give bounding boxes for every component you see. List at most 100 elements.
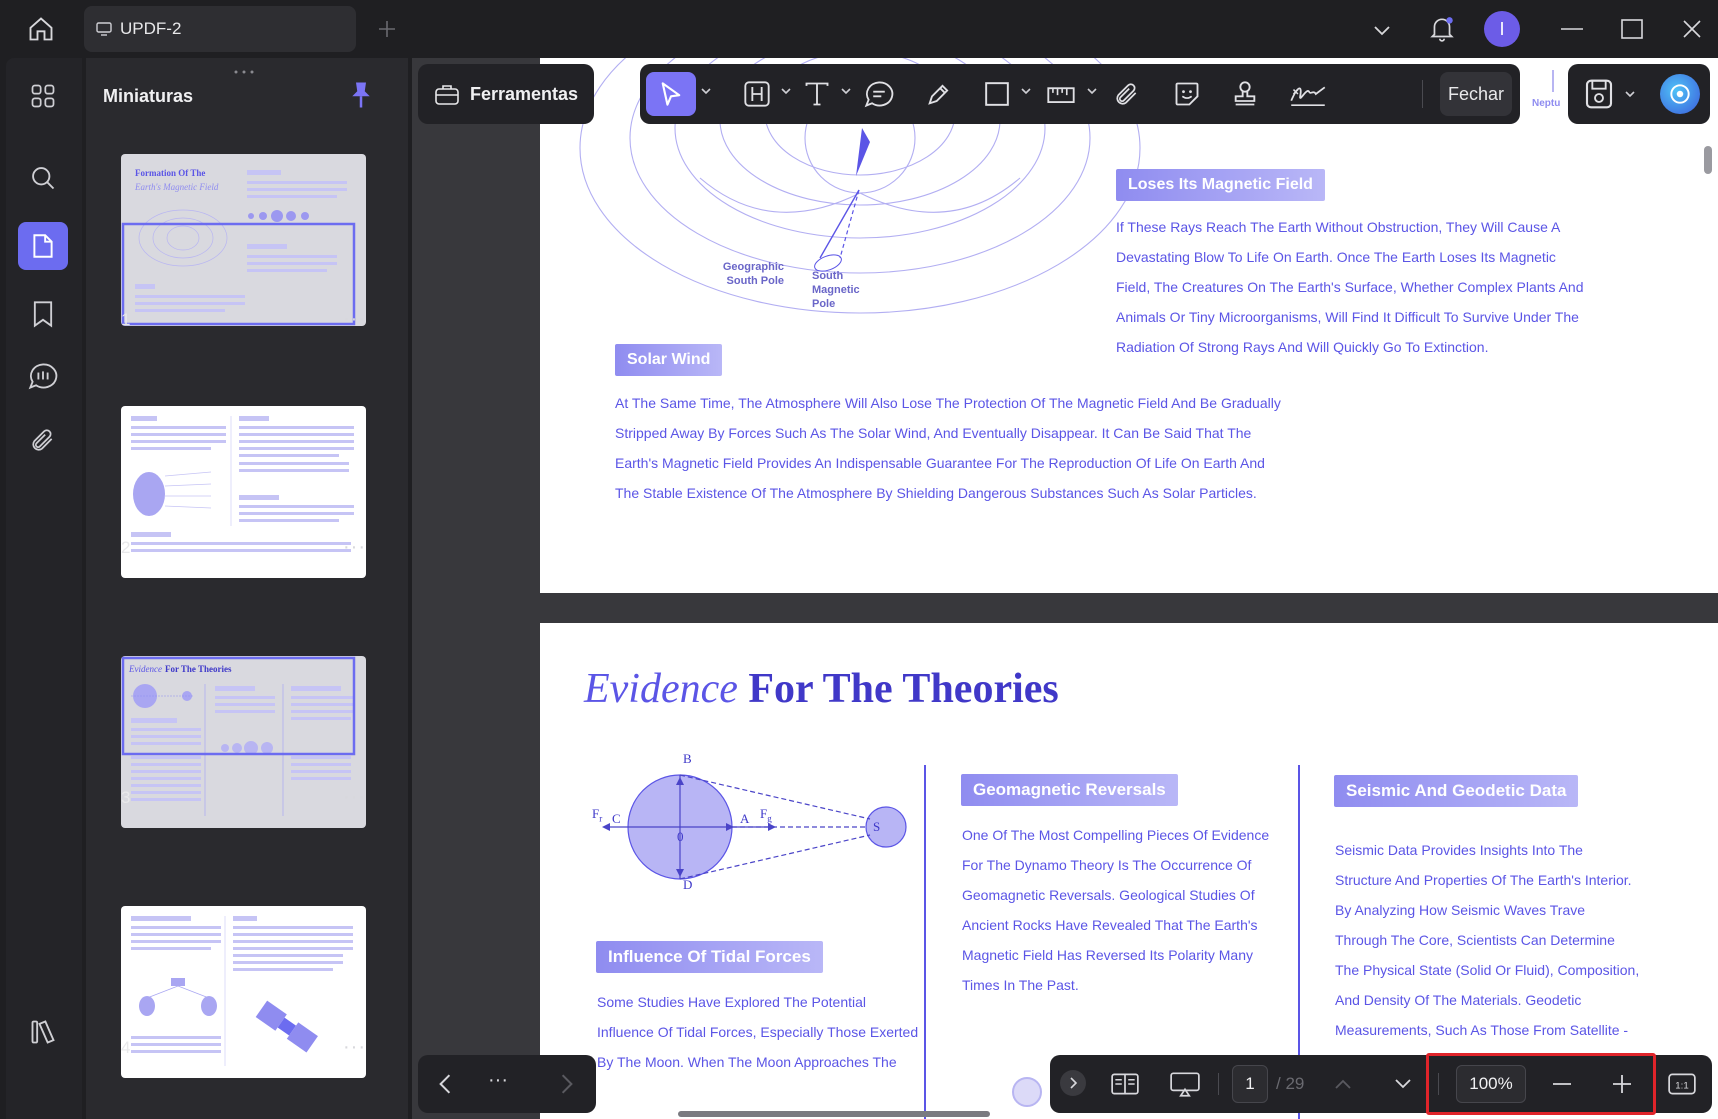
select-tool[interactable] (646, 72, 696, 116)
shape-tool[interactable] (980, 72, 1014, 116)
search-icon[interactable] (18, 154, 68, 202)
chevron-down-icon[interactable] (1086, 86, 1098, 96)
home-icon[interactable] (22, 11, 60, 47)
chevron-down-icon[interactable] (1020, 86, 1032, 96)
diagram-label-b: B (683, 751, 692, 766)
text-line: Through The Core, Scientists Can Determi… (1335, 932, 1615, 948)
diagram-label-force: Fr (592, 806, 602, 824)
thumbnail-more-button[interactable]: ··· (343, 308, 366, 331)
text-line: Influence Of Tidal Forces, Especially Th… (597, 1024, 919, 1040)
bookmark-icon[interactable] (18, 290, 68, 338)
chevron-down-icon[interactable] (1388, 1063, 1418, 1105)
section-tag: Influence Of Tidal Forces (596, 941, 823, 973)
chevron-down-icon[interactable] (700, 86, 712, 96)
ai-assistant-icon[interactable] (1660, 74, 1700, 114)
pen-tool[interactable] (922, 72, 956, 116)
presentation-icon[interactable] (1166, 1063, 1204, 1105)
monitor-icon (96, 22, 112, 36)
comment-tool[interactable] (862, 72, 896, 116)
diagram-label-s: S (873, 819, 881, 834)
thumbnail-more-button[interactable]: ··· (343, 786, 366, 809)
thumb-1-graphics (121, 170, 356, 326)
page-title: Evidence For The Theories (584, 665, 1059, 713)
annotation-toolbar: Fechar (640, 64, 1520, 124)
save-icon[interactable] (1584, 78, 1614, 115)
section-tag: Loses Its Magnetic Field (1116, 169, 1325, 201)
next-icon[interactable] (560, 1073, 574, 1100)
pin-icon[interactable] (348, 80, 374, 115)
paragraph: At The Same Time, The Atmosphere Will Al… (615, 388, 1295, 508)
partial-page-text: Neptu (1532, 98, 1561, 109)
text-line: Magnetic Field Has Reversed Its Polarity… (962, 947, 1253, 963)
document-viewer: Geographic South Pole South Magnetic Pol… (412, 58, 1718, 1119)
section-tag: Solar Wind (615, 344, 723, 376)
horizontal-scrollbar[interactable] (678, 1111, 990, 1117)
force-sub: g (767, 813, 772, 824)
page-total: / 29 (1276, 1074, 1305, 1093)
bell-icon[interactable] (1426, 12, 1458, 46)
thumbnail-page-1[interactable]: Formation Of The Earth's Magnetic Field (121, 154, 366, 326)
stamp-tool[interactable] (1228, 72, 1262, 116)
floating-circle (1012, 1077, 1042, 1107)
page-nav-bar: ··· (418, 1055, 596, 1113)
text-line: And Density Of The Materials. Geodetic (1335, 992, 1582, 1008)
new-tab-icon[interactable] (374, 16, 400, 42)
sticker-tool[interactable] (1170, 72, 1204, 116)
measure-tool[interactable] (1044, 72, 1078, 116)
thumbnail-number: 1 (121, 310, 131, 329)
thumbnails-panel: Miniaturas Formation Of The Earth's Magn… (86, 58, 408, 1119)
title-bold: For The Theories (748, 666, 1059, 712)
apps-grid-icon[interactable] (18, 72, 68, 120)
sticker-icon (1175, 82, 1199, 106)
text-line: At The Same Time, The Atmosphere Will Al… (615, 395, 1281, 411)
tools-button[interactable]: Ferramentas (418, 64, 594, 124)
reading-mode-icon[interactable] (1106, 1063, 1144, 1105)
actual-size-icon[interactable]: 1:1 (1662, 1063, 1702, 1105)
diagram-label-d: D (683, 877, 693, 892)
vertical-scrollbar[interactable] (1704, 146, 1712, 174)
text-line: Earth's Magnetic Field Provides An Indis… (615, 455, 1265, 471)
thumbnail-more-button[interactable]: ··· (343, 536, 366, 559)
attach-tool[interactable] (1110, 72, 1144, 116)
text-line: The Stable Existence Of The Atmosphere B… (615, 485, 1257, 501)
chevron-right-icon[interactable] (1060, 1070, 1086, 1096)
text-line: If These Rays Reach The Earth Without Ob… (1116, 219, 1561, 235)
highlight-box (1426, 1053, 1656, 1115)
text-line: For The Dynamo Theory Is The Occurrence … (962, 857, 1252, 873)
chevron-down-icon[interactable] (780, 86, 792, 96)
text-line: Times In The Past. (962, 977, 1079, 993)
text-tool[interactable] (800, 72, 834, 116)
library-icon[interactable] (18, 1008, 68, 1056)
paperclip-icon (1116, 83, 1137, 105)
thumbnails-icon[interactable] (18, 222, 68, 270)
cursor-icon (661, 82, 681, 106)
chevron-down-icon[interactable] (840, 86, 852, 96)
thumbnail-page-3[interactable]: Evidence For The Theories (121, 656, 366, 828)
more-options-button[interactable]: ··· (488, 1069, 508, 1092)
page-number-input[interactable]: 1 (1232, 1065, 1268, 1103)
section-tag: Geomagnetic Reversals (961, 774, 1178, 806)
thumbnail-more-button[interactable]: ··· (343, 1036, 366, 1059)
drag-handle[interactable] (231, 62, 257, 74)
chevron-up-icon[interactable] (1328, 1063, 1358, 1105)
close-window-icon[interactable] (1678, 16, 1706, 42)
paragraph: Seismic Data Provides Insights Into The … (1335, 835, 1718, 1045)
chevron-down-icon[interactable] (1368, 16, 1396, 44)
comments-icon[interactable] (18, 352, 68, 400)
text-line: Animals Or Tiny Microorganisms, Will Fin… (1116, 309, 1579, 325)
pen-icon (928, 84, 949, 105)
highlight-tool[interactable] (740, 72, 774, 116)
chevron-down-icon[interactable] (1624, 89, 1636, 99)
minimize-icon[interactable] (1558, 16, 1586, 42)
document-tab[interactable]: UPDF-2 (84, 6, 356, 52)
maximize-icon[interactable] (1618, 16, 1646, 42)
close-toolbar-button[interactable]: Fechar (1440, 72, 1512, 116)
rectangle-icon (985, 82, 1009, 106)
attachment-icon[interactable] (18, 416, 68, 464)
text-line: By The Moon. When The Moon Approaches Th… (597, 1054, 897, 1070)
avatar[interactable]: I (1484, 11, 1520, 47)
signature-tool[interactable] (1288, 72, 1328, 116)
thumbnail-page-4[interactable] (121, 906, 366, 1078)
thumbnail-page-2[interactable] (121, 406, 366, 578)
previous-icon[interactable] (438, 1073, 452, 1100)
